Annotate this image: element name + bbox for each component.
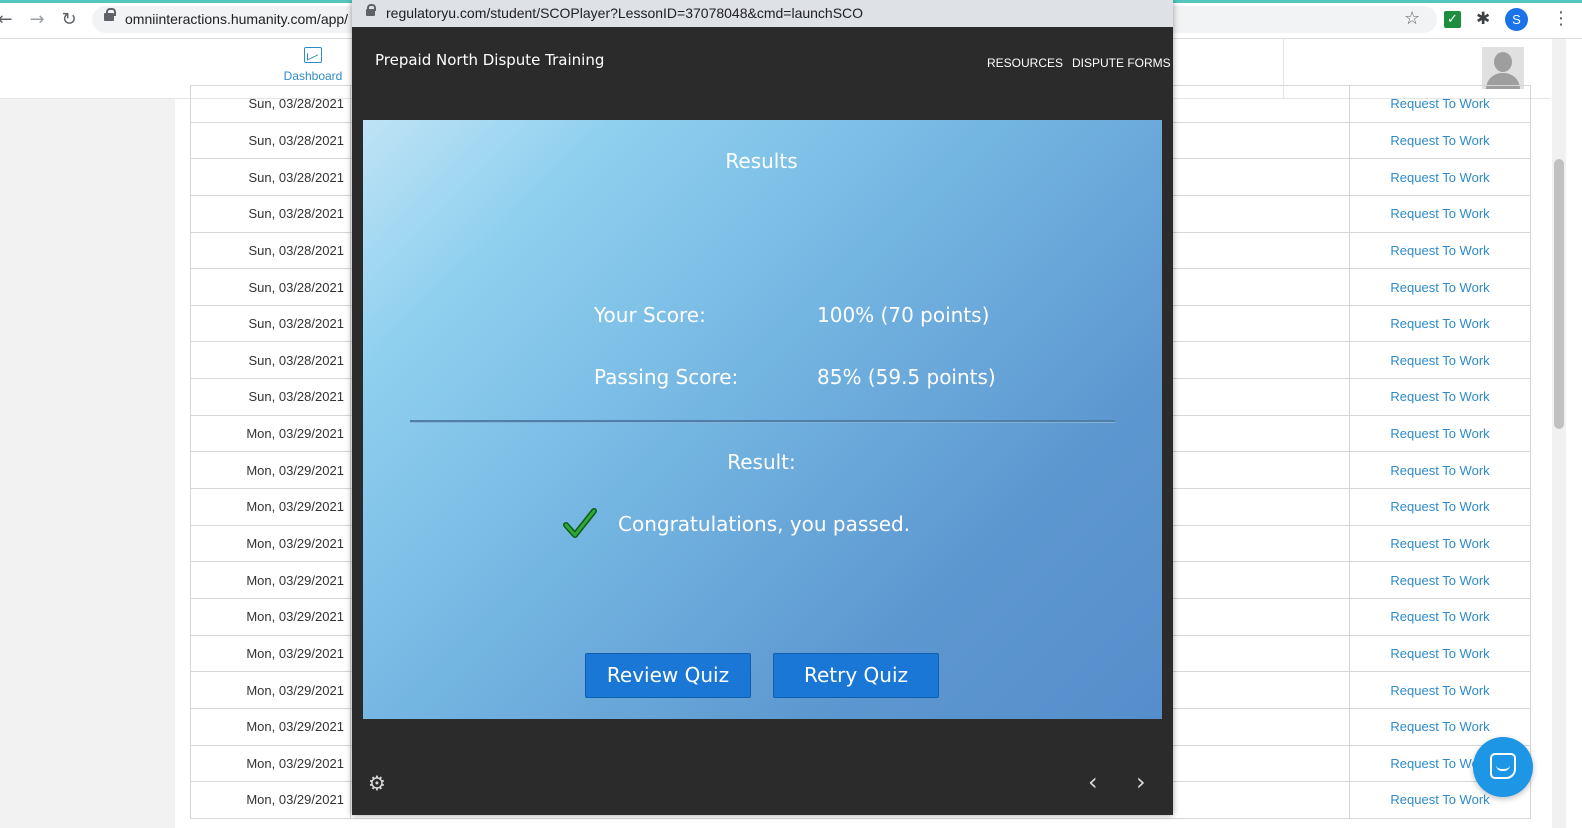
bookmark-star-icon[interactable]: ☆ <box>1404 8 1420 29</box>
passing-score-value: 85% (59.5 points) <box>817 365 996 389</box>
shift-date: Mon, 03/29/2021 <box>190 707 351 746</box>
request-to-work-link[interactable]: Request To Work <box>1349 561 1531 599</box>
request-to-work-link[interactable]: Request To Work <box>1349 194 1531 233</box>
request-to-work-link[interactable]: Request To Work <box>1349 158 1531 196</box>
shift-date: Mon, 03/29/2021 <box>190 524 351 563</box>
extensions-puzzle-icon[interactable]: ✱ <box>1476 9 1490 29</box>
request-to-work-link[interactable]: Request To Work <box>1349 414 1531 453</box>
request-to-work-link[interactable]: Request To Work <box>1349 524 1531 563</box>
training-popup-window: regulatoryu.com/student/SCOPlayer?Lesson… <box>352 0 1173 815</box>
passing-score-label: Passing Score: <box>594 365 739 389</box>
shift-date: Sun, 03/28/2021 <box>190 268 351 306</box>
dashboard-chart-icon <box>304 47 322 63</box>
results-title: Results <box>725 149 798 173</box>
request-to-work-link[interactable]: Request To Work <box>1349 451 1531 490</box>
request-to-work-link[interactable]: Request To Work <box>1349 671 1531 709</box>
shift-date: Mon, 03/29/2021 <box>190 451 351 490</box>
gear-icon[interactable]: ⚙ <box>368 771 386 795</box>
request-to-work-link[interactable]: Request To Work <box>1349 597 1531 636</box>
shift-date: Sun, 03/28/2021 <box>190 158 351 196</box>
shift-date: Mon, 03/29/2021 <box>190 561 351 599</box>
back-arrow-icon[interactable]: ← <box>0 9 16 31</box>
request-to-work-link[interactable]: Request To Work <box>1349 121 1531 160</box>
nav-dashboard-label: Dashboard <box>283 69 343 83</box>
dispute-forms-link[interactable]: DISPUTE FORMS <box>1072 56 1171 70</box>
player-title: Prepaid North Dispute Training <box>375 51 605 69</box>
shift-date: Sun, 03/28/2021 <box>190 194 351 233</box>
shift-date: Mon, 03/29/2021 <box>190 488 351 526</box>
request-to-work-link[interactable]: Request To Work <box>1349 268 1531 306</box>
chat-launcher-button[interactable] <box>1473 737 1533 797</box>
profile-avatar[interactable]: S <box>1505 8 1528 31</box>
scrollbar-thumb[interactable] <box>1554 159 1564 429</box>
results-slide: Results Your Score: 100% (70 points) Pas… <box>363 120 1162 719</box>
request-to-work-link[interactable]: Request To Work <box>1349 634 1531 673</box>
request-to-work-link[interactable]: Request To Work <box>1349 231 1531 270</box>
shift-date: Sun, 03/28/2021 <box>190 341 351 380</box>
reload-icon[interactable]: ↻ <box>58 9 80 31</box>
sidebar <box>0 99 175 828</box>
resources-link[interactable]: RESOURCES <box>987 56 1063 70</box>
shift-date: Mon, 03/29/2021 <box>190 597 351 636</box>
lock-icon <box>104 8 116 21</box>
chevron-left-icon[interactable]: ‹ <box>1088 768 1098 796</box>
shift-date: Sun, 03/28/2021 <box>190 378 351 416</box>
shift-date: Sun, 03/28/2021 <box>190 304 351 343</box>
shift-date: Mon, 03/29/2021 <box>190 634 351 673</box>
page-scrollbar[interactable] <box>1552 39 1566 828</box>
shift-date: Mon, 03/29/2021 <box>190 744 351 783</box>
request-to-work-link[interactable]: Request To Work <box>1349 378 1531 416</box>
result-label: Result: <box>727 450 796 474</box>
retry-quiz-button[interactable]: Retry Quiz <box>773 653 939 698</box>
shift-date: Mon, 03/29/2021 <box>190 781 351 819</box>
results-divider <box>410 420 1115 423</box>
your-score-value: 100% (70 points) <box>817 303 990 327</box>
popup-address-bar: regulatoryu.com/student/SCOPlayer?Lesson… <box>352 0 1173 27</box>
request-to-work-link[interactable]: Request To Work <box>1349 341 1531 380</box>
request-to-work-link[interactable]: Request To Work <box>1349 85 1531 123</box>
forward-arrow-icon[interactable]: → <box>26 9 48 31</box>
address-url[interactable]: omniinteractions.humanity.com/app/ <box>125 11 348 27</box>
request-to-work-link[interactable]: Request To Work <box>1349 488 1531 526</box>
checkmark-icon <box>563 508 597 538</box>
your-score-label: Your Score: <box>594 303 706 327</box>
review-quiz-button[interactable]: Review Quiz <box>585 653 751 698</box>
result-message: Congratulations, you passed. <box>618 512 911 536</box>
extension-check-icon[interactable]: ✓ <box>1444 11 1461 28</box>
shift-date: Mon, 03/29/2021 <box>190 414 351 453</box>
shift-date: Mon, 03/29/2021 <box>190 671 351 709</box>
popup-url: regulatoryu.com/student/SCOPlayer?Lesson… <box>386 5 864 21</box>
chevron-right-icon[interactable]: › <box>1136 768 1146 796</box>
shift-date: Sun, 03/28/2021 <box>190 231 351 270</box>
user-avatar[interactable] <box>1482 47 1524 89</box>
lock-icon <box>366 4 376 16</box>
shift-date: Sun, 03/28/2021 <box>190 121 351 160</box>
shift-date: Sun, 03/28/2021 <box>190 85 351 123</box>
sidebar-top <box>0 39 175 99</box>
browser-menu-icon[interactable]: ⋮ <box>1552 8 1570 29</box>
nav-dashboard[interactable]: Dashboard <box>273 47 353 85</box>
request-to-work-link[interactable]: Request To Work <box>1349 304 1531 343</box>
